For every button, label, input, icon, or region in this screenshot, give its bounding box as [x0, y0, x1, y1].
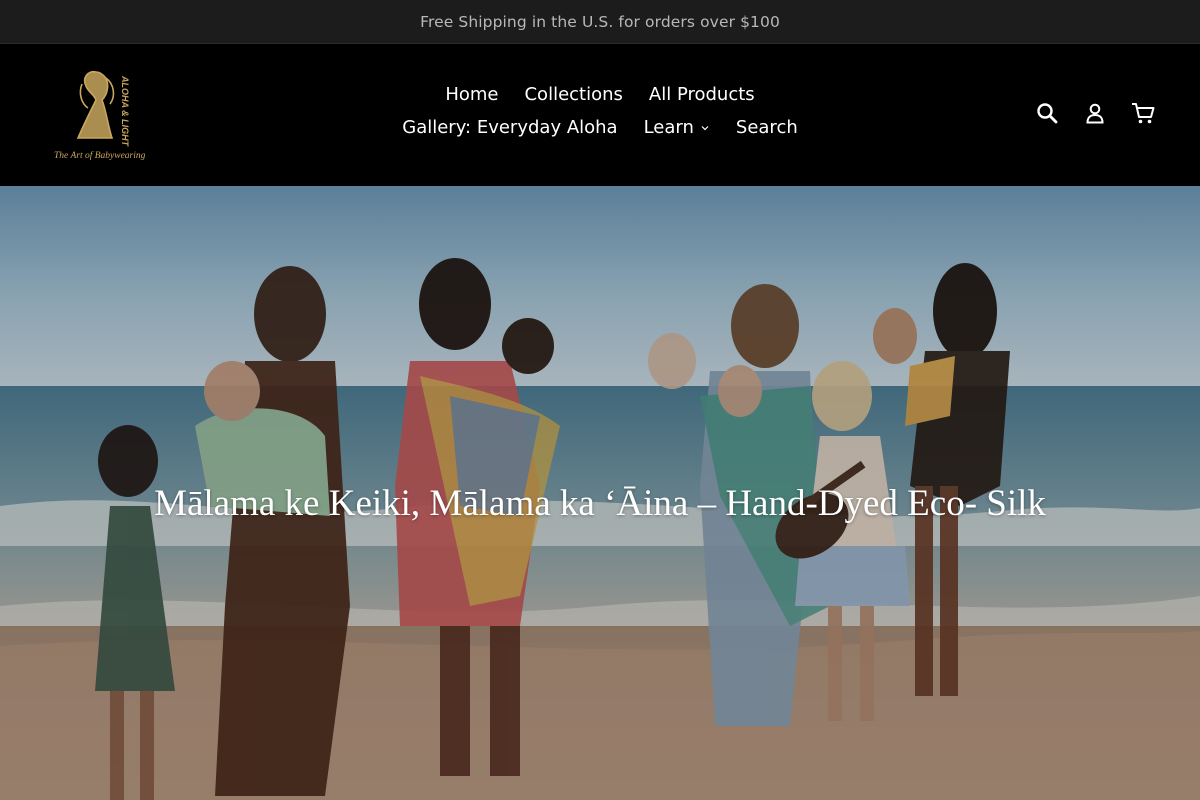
nav-item-all-products[interactable]: All Products: [649, 84, 755, 105]
cart-icon[interactable]: [1130, 100, 1156, 126]
logo-mark: ALOHA & LIGHT The Art of Babywearing: [54, 70, 146, 161]
hero-title: Mālama ke Keiki, Mālama ka ʻĀina – Hand-…: [154, 483, 1046, 524]
nav-item-learn-label: Learn: [643, 117, 694, 138]
logo-tagline: The Art of Babywearing: [54, 150, 146, 161]
announcement-bar: Free Shipping in the U.S. for orders ove…: [0, 0, 1200, 44]
site-header: ALOHA & LIGHT The Art of Babywearing Hom…: [0, 44, 1200, 186]
main-nav: Home Collections All Products Gallery: E…: [300, 78, 900, 158]
nav-row-1: Home Collections All Products: [300, 78, 900, 111]
nav-item-collections[interactable]: Collections: [524, 84, 622, 105]
announcement-text: Free Shipping in the U.S. for orders ove…: [420, 12, 780, 31]
nav-item-learn[interactable]: Learn: [644, 117, 710, 138]
nav-item-home[interactable]: Home: [445, 84, 498, 105]
account-icon[interactable]: [1082, 100, 1108, 126]
logo-vertical-text: ALOHA & LIGHT: [120, 75, 130, 148]
hero-banner[interactable]: Mālama ke Keiki, Mālama ka ʻĀina – Hand-…: [0, 186, 1200, 800]
chevron-down-icon: [701, 125, 709, 130]
nav-item-search[interactable]: Search: [736, 117, 798, 138]
logo[interactable]: ALOHA & LIGHT The Art of Babywearing: [52, 64, 158, 166]
nav-row-2: Gallery: Everyday Aloha Learn Search: [300, 111, 900, 144]
search-icon[interactable]: [1034, 100, 1060, 126]
header-icons: [1034, 100, 1156, 126]
nav-item-gallery[interactable]: Gallery: Everyday Aloha: [402, 117, 617, 138]
